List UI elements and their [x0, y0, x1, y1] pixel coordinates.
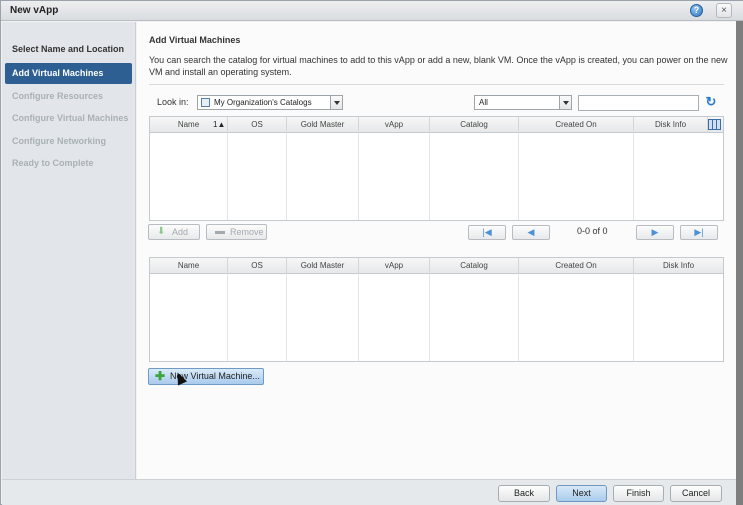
column-header-created-on[interactable]: Created On: [519, 117, 634, 133]
page-title: Add Virtual Machines: [149, 35, 241, 45]
selected-vms-table[interactable]: Name OS Gold Master vApp Catalog Created…: [149, 257, 724, 362]
column-header-vapp[interactable]: vApp: [359, 258, 430, 274]
column-header-gold-master[interactable]: Gold Master: [287, 258, 359, 274]
arrow-down-icon: ⬇: [157, 226, 166, 237]
wizard-content: Add Virtual Machines You can search the …: [137, 22, 736, 479]
help-icon[interactable]: ?: [690, 4, 703, 17]
wizard-steps: Select Name and Location Add Virtual Mac…: [2, 22, 136, 479]
step-configure-virtual-machines: Configure Virtual Machines: [12, 113, 129, 123]
new-virtual-machine-button[interactable]: ✚ New Virtual Machine...: [148, 368, 264, 385]
last-page-button[interactable]: ▶|: [680, 225, 718, 240]
chevron-down-icon[interactable]: [330, 96, 342, 109]
selected-vms-table-header: Name OS Gold Master vApp Catalog Created…: [150, 258, 723, 274]
step-select-name-and-location[interactable]: Select Name and Location: [5, 39, 132, 60]
back-button[interactable]: Back: [498, 485, 550, 502]
column-header-os[interactable]: OS: [228, 117, 287, 133]
column-header-os[interactable]: OS: [228, 258, 287, 274]
column-header-catalog[interactable]: Catalog: [430, 117, 519, 133]
add-button[interactable]: ⬇ Add: [148, 224, 200, 240]
chevron-down-icon[interactable]: [559, 96, 571, 109]
step-ready-to-complete: Ready to Complete: [12, 158, 94, 168]
column-header-catalog[interactable]: Catalog: [430, 258, 519, 274]
next-button[interactable]: Next: [556, 485, 607, 502]
plus-icon: ✚: [155, 369, 166, 383]
page-description: You can search the catalog for virtual m…: [149, 55, 728, 77]
close-icon[interactable]: [716, 3, 732, 18]
look-in-label: Look in:: [157, 97, 189, 107]
cancel-button[interactable]: Cancel: [670, 485, 722, 502]
column-chooser-icon[interactable]: [708, 119, 721, 130]
column-header-vapp[interactable]: vApp: [359, 117, 430, 133]
column-header-name[interactable]: Name: [150, 258, 228, 274]
step-configure-resources: Configure Resources: [12, 91, 104, 101]
finish-button[interactable]: Finish: [613, 485, 664, 502]
new-vapp-dialog: New vApp ? Select Name and Location Add …: [0, 0, 743, 505]
first-page-button[interactable]: |◀: [468, 225, 506, 240]
refresh-icon[interactable]: ↻: [704, 95, 718, 109]
step-configure-networking: Configure Networking: [12, 136, 106, 146]
remove-button[interactable]: ▬ Remove: [206, 224, 267, 240]
catalog-table[interactable]: Name 1▲ OS Gold Master vApp Catalog Crea…: [149, 116, 724, 221]
column-header-gold-master[interactable]: Gold Master: [287, 117, 359, 133]
catalog-select[interactable]: My Organization's Catalogs: [197, 95, 343, 110]
minus-icon: ▬: [215, 226, 225, 237]
divider: [149, 84, 724, 85]
sort-ascending-icon: 1▲: [213, 120, 226, 129]
window-title: New vApp: [10, 5, 59, 16]
catalog-icon: [201, 98, 210, 107]
pager-status: 0-0 of 0: [577, 226, 608, 236]
step-add-virtual-machines[interactable]: Add Virtual Machines: [5, 63, 132, 84]
column-header-disk-info[interactable]: Disk Info: [634, 117, 708, 133]
next-page-button[interactable]: ▶: [636, 225, 674, 240]
catalog-table-header: Name 1▲ OS Gold Master vApp Catalog Crea…: [150, 117, 723, 133]
filter-select[interactable]: All: [474, 95, 572, 110]
previous-page-button[interactable]: ◀: [512, 225, 550, 240]
title-bar[interactable]: New vApp ?: [1, 1, 743, 21]
search-input[interactable]: [578, 95, 699, 111]
column-header-created-on[interactable]: Created On: [519, 258, 634, 274]
window-edge: [736, 21, 743, 505]
column-header-disk-info[interactable]: Disk Info: [634, 258, 723, 274]
